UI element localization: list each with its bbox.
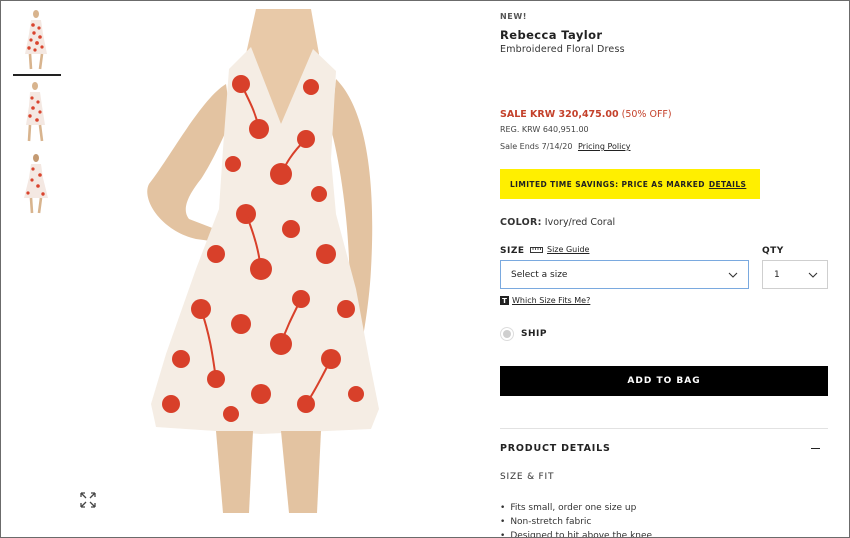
sale-price: SALE KRW 320,475.00 (50% OFF)	[500, 109, 672, 120]
size-fit-heading: SIZE & FIT	[500, 472, 555, 482]
size-label: SIZE	[500, 246, 525, 256]
qty-select[interactable]: 1	[762, 260, 828, 289]
ship-label: SHIP	[521, 329, 547, 339]
size-guide-label: Size Guide	[547, 245, 590, 254]
fit-predictor-icon: T	[500, 296, 509, 305]
sale-price-value: SALE KRW 320,475.00	[500, 109, 619, 120]
selected-thumbnail-indicator	[13, 74, 61, 76]
thumbnail-dress-image	[26, 82, 45, 142]
list-item: Designed to hit above the knee	[500, 529, 652, 537]
ship-option[interactable]: SHIP	[500, 327, 547, 341]
new-badge: NEW!	[500, 12, 528, 21]
which-size-fits-label: Which Size Fits Me?	[512, 296, 591, 305]
chevron-down-icon	[728, 272, 738, 278]
size-fit-list: Fits small, order one size up Non-stretc…	[500, 501, 652, 537]
sale-ends-row: Sale Ends 7/14/20 Pricing Policy	[500, 142, 631, 151]
divider	[500, 428, 828, 429]
promo-details-link[interactable]: DETAILS	[709, 180, 746, 189]
qty-label: QTY	[762, 246, 784, 256]
product-details-toggle[interactable]: PRODUCT DETAILS	[500, 443, 828, 454]
size-select[interactable]: Select a size	[500, 260, 749, 289]
which-size-fits-link[interactable]: T Which Size Fits Me?	[500, 296, 590, 305]
color-value: Ivory/red Coral	[544, 217, 616, 228]
color-row: COLOR: Ivory/red Coral	[500, 217, 615, 228]
thumbnail-dress-image	[24, 154, 48, 214]
product-name: Embroidered Floral Dress	[500, 44, 625, 55]
ship-radio[interactable]	[500, 327, 514, 341]
thumbnail-1[interactable]	[16, 9, 56, 71]
list-item: Fits small, order one size up	[500, 501, 652, 515]
product-page: NEW! Rebecca Taylor Embroidered Floral D…	[0, 0, 850, 538]
ruler-icon	[530, 246, 543, 253]
sale-ends-text: Sale Ends 7/14/20	[500, 142, 573, 151]
promo-text: LIMITED TIME SAVINGS: PRICE AS MARKED	[510, 179, 705, 189]
pricing-policy-link[interactable]: Pricing Policy	[578, 142, 631, 151]
qty-select-value: 1	[774, 269, 780, 280]
size-select-value: Select a size	[511, 269, 568, 280]
product-details-title: PRODUCT DETAILS	[500, 443, 611, 454]
regular-price: REG. KRW 640,951.00	[500, 125, 589, 134]
thumbnail-3[interactable]	[16, 153, 56, 215]
discount-percent: (50% OFF)	[621, 109, 672, 120]
size-guide-link[interactable]: Size Guide	[530, 245, 589, 254]
minus-icon	[811, 447, 820, 450]
brand-name[interactable]: Rebecca Taylor	[500, 28, 602, 42]
expand-arrows-icon[interactable]	[79, 491, 97, 509]
add-to-bag-button[interactable]: ADD TO BAG	[500, 366, 828, 396]
color-label: COLOR:	[500, 217, 542, 228]
main-product-image	[147, 9, 379, 513]
chevron-down-icon	[808, 272, 818, 278]
list-item: Non-stretch fabric	[500, 515, 652, 529]
promo-banner: LIMITED TIME SAVINGS: PRICE AS MARKED DE…	[500, 169, 760, 199]
thumbnail-dress-image	[25, 10, 47, 70]
thumbnail-2[interactable]	[16, 81, 56, 143]
